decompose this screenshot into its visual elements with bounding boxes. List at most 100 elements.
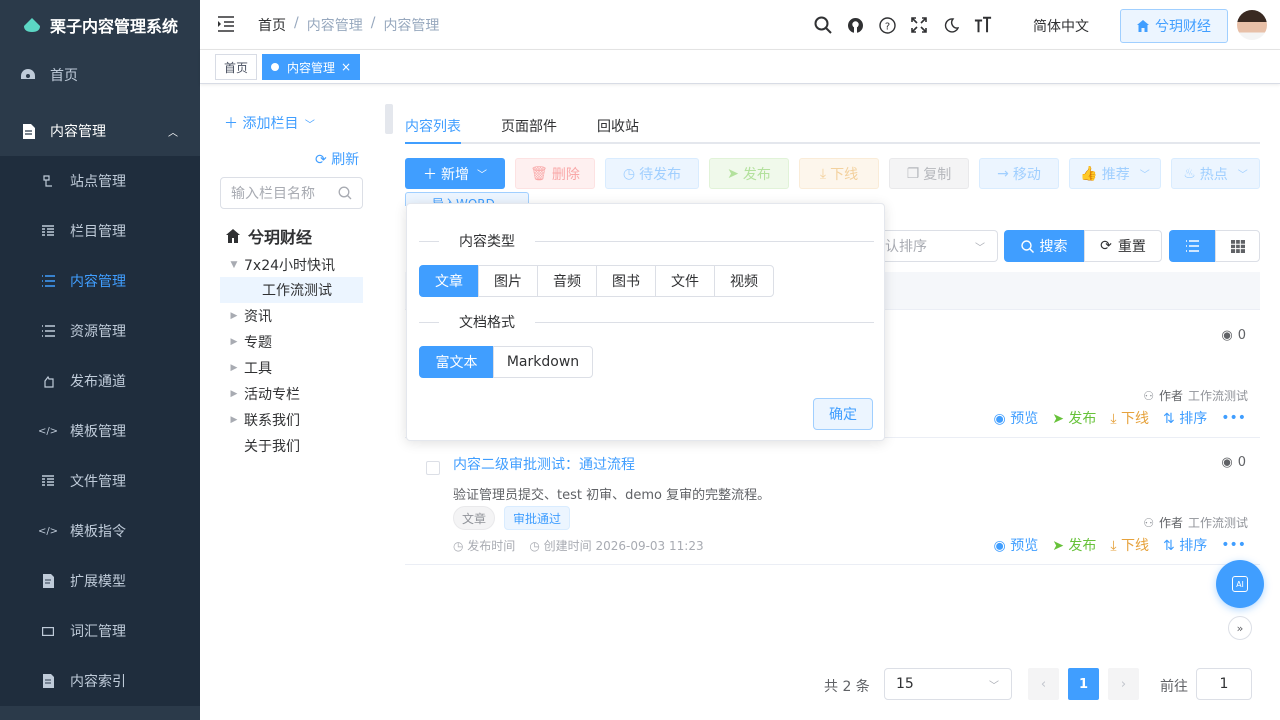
page-size-select[interactable]: 15 ﹀	[884, 668, 1012, 700]
sidebar-item-content-group[interactable]: 内容管理 ︿	[0, 106, 200, 156]
recommend-button[interactable]: 👍 推荐 ﹀	[1069, 158, 1161, 189]
double-chevron-right-icon[interactable]: »	[1228, 616, 1252, 640]
avatar[interactable]	[1237, 10, 1267, 40]
add-column-label: 添加栏目	[242, 116, 299, 132]
doc-format-richtext[interactable]: 富文本	[419, 346, 494, 378]
more-icon[interactable]: •••	[1221, 537, 1246, 553]
sidebar-item-file[interactable]: 文件管理	[0, 456, 200, 506]
content-title[interactable]: 内容二级审批测试：通过流程	[453, 454, 635, 474]
search-button[interactable]: 搜索	[1004, 230, 1084, 262]
tree-node[interactable]: ▼ 7x24小时快讯	[224, 252, 367, 278]
content-type-book[interactable]: 图书	[596, 265, 656, 297]
list-view-button[interactable]	[1169, 230, 1215, 262]
publish-link[interactable]: ➤ 发布	[1052, 535, 1096, 555]
content-type-file[interactable]: 文件	[655, 265, 715, 297]
hot-button[interactable]: ♨ 热点 ﹀	[1171, 158, 1260, 189]
tree-node[interactable]: ▶ 专题	[224, 329, 367, 355]
font-size-icon[interactable]	[974, 14, 992, 36]
move-button[interactable]: → 移动	[979, 158, 1059, 189]
app-brand[interactable]: 栗子内容管理系统	[0, 0, 200, 50]
sidebar-item-site[interactable]: 站点管理	[0, 156, 200, 206]
tag-content[interactable]: 内容管理 ×	[262, 54, 361, 80]
reset-button[interactable]: ⟳ 重置	[1084, 230, 1162, 262]
tree-node[interactable]: ▶ 资讯	[224, 303, 367, 329]
doc-format-markdown[interactable]: Markdown	[493, 346, 593, 378]
tree-node[interactable]: ▶ 工具	[224, 355, 367, 381]
row-checkbox[interactable]	[426, 461, 440, 475]
to-publish-button[interactable]: ◷ 待发布	[605, 158, 699, 189]
language-selector[interactable]: 简体中文	[1033, 16, 1089, 36]
copy-button[interactable]: ❐ 复制	[889, 158, 969, 189]
goto-page-input[interactable]: 1	[1196, 668, 1252, 700]
tree-node[interactable]: ▶ 联系我们	[224, 407, 367, 433]
sidebar-item-resource[interactable]: 资源管理	[0, 306, 200, 356]
model-icon	[40, 573, 56, 589]
sort-select[interactable]: 认排序 ﹀	[875, 230, 998, 262]
column-search-input[interactable]: 输入栏目名称	[220, 177, 363, 209]
tab-recycle-bin[interactable]: 回收站	[597, 116, 639, 136]
eye-icon: ◉	[1221, 328, 1233, 343]
offline-link[interactable]: ⤓ 下线	[1110, 535, 1149, 555]
sidebar-item-column[interactable]: 栏目管理	[0, 206, 200, 256]
publish-link[interactable]: ➤ 发布	[1052, 408, 1096, 428]
content-type-image[interactable]: 图片	[478, 265, 538, 297]
preview-link[interactable]: ◉ 预览	[994, 535, 1039, 555]
tree-node[interactable]: 关于我们	[224, 433, 367, 459]
tab-content-list[interactable]: 内容列表	[405, 116, 461, 136]
panel-resize-handle[interactable]	[385, 104, 393, 134]
row-actions: ◉ 预览 ➤ 发布 ⤓ 下线 ⇅ 排序 •••	[994, 408, 1246, 428]
tree-node-selected[interactable]: 工作流测试	[220, 277, 363, 303]
sort-link[interactable]: ⇅ 排序	[1163, 408, 1207, 428]
ai-assistant-button[interactable]: AI	[1216, 560, 1264, 608]
tree-root[interactable]: 兮玥财经	[226, 224, 312, 248]
offline-label: 下线	[1121, 538, 1150, 554]
table-row[interactable]: 内容二级审批测试：通过流程 验证管理员提交、test 初审、demo 复审的完整…	[405, 438, 1260, 565]
offline-link[interactable]: ⤓ 下线	[1110, 408, 1149, 428]
sidebar-item-vocab[interactable]: 词汇管理	[0, 606, 200, 656]
sidebar-item-model[interactable]: 扩展模型	[0, 556, 200, 606]
refresh-button[interactable]: ⟳ 刷新	[315, 149, 359, 169]
content-type-article[interactable]: 文章	[419, 265, 479, 297]
sidebar-item-directive[interactable]: </> 模板指令	[0, 506, 200, 556]
add-button[interactable]: ＋ 新增 ﹀	[405, 158, 505, 189]
tab-page-widgets[interactable]: 页面部件	[501, 116, 557, 136]
github-icon[interactable]	[846, 14, 864, 36]
dark-mode-icon[interactable]	[942, 14, 960, 36]
content-type-audio[interactable]: 音频	[537, 265, 597, 297]
search-icon[interactable]	[814, 14, 832, 36]
page-number[interactable]: 1	[1068, 668, 1099, 700]
sidebar-item-content[interactable]: 内容管理	[0, 256, 200, 306]
sort-link[interactable]: ⇅ 排序	[1163, 535, 1207, 555]
next-page-button[interactable]: ›	[1108, 668, 1139, 700]
delete-button[interactable]: 🗑 删除	[515, 158, 595, 189]
publish-time: ◷ 发布时间	[453, 537, 515, 554]
sidebar-item-label: 内容管理	[50, 124, 106, 140]
sidebar-item-home[interactable]: 首页	[0, 50, 200, 100]
fullscreen-icon[interactable]	[910, 14, 928, 36]
menu-fold-icon[interactable]	[217, 16, 235, 36]
publish-button[interactable]: ➤ 发布	[709, 158, 789, 189]
create-time-value: 2026-09-03 11:23	[595, 539, 704, 553]
help-icon[interactable]: ?	[878, 14, 896, 36]
confirm-button[interactable]: 确定	[813, 398, 873, 430]
breadcrumb-home[interactable]: 首页	[258, 15, 286, 35]
chevron-up-icon: ︿	[168, 127, 178, 139]
prev-page-button[interactable]: ‹	[1028, 668, 1059, 700]
sort-label: 排序	[1179, 411, 1208, 427]
breadcrumb-item[interactable]: 内容管理	[307, 15, 363, 35]
content-type-video[interactable]: 视频	[714, 265, 774, 297]
preview-link[interactable]: ◉ 预览	[994, 408, 1039, 428]
add-column-button[interactable]: ＋ 添加栏目 ﹀	[224, 113, 315, 133]
grid-view-button[interactable]	[1215, 230, 1260, 262]
more-icon[interactable]: •••	[1221, 410, 1246, 426]
sidebar-item-index[interactable]: 内容索引	[0, 656, 200, 706]
site-button-label: 兮玥财经	[1155, 19, 1211, 35]
tree-node[interactable]: ▶ 活动专栏	[224, 381, 367, 407]
close-icon[interactable]: ×	[341, 60, 351, 74]
sidebar-item-template[interactable]: </> 模板管理	[0, 406, 200, 456]
sidebar-item-publish[interactable]: 发布通道	[0, 356, 200, 406]
offline-button[interactable]: ⤓ 下线	[799, 158, 879, 189]
site-switch-button[interactable]: 兮玥财经	[1120, 9, 1228, 43]
search-icon[interactable]	[338, 186, 352, 204]
tag-home[interactable]: 首页	[215, 54, 258, 80]
